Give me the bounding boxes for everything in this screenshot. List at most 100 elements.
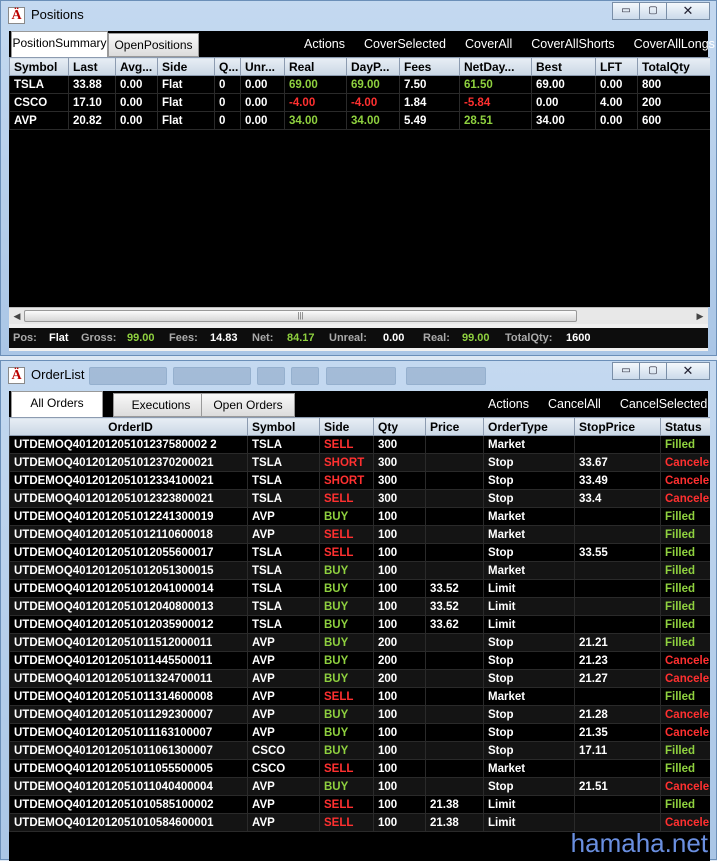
- column-header[interactable]: Q...: [214, 57, 241, 76]
- orderlist-titlebar[interactable]: Ä OrderList ▭ ▢ ✕: [1, 361, 716, 391]
- blurred-toolbar-control[interactable]: [326, 367, 396, 385]
- positions-titlebar[interactable]: Ä Positions ▭ ▢ ✕: [1, 1, 716, 31]
- blurred-toolbar-control[interactable]: [89, 367, 167, 385]
- table-cell: BUY: [319, 597, 374, 616]
- actions-menu-button[interactable]: Actions: [488, 397, 529, 411]
- scroll-right-icon[interactable]: ▶: [694, 310, 706, 322]
- table-row[interactable]: UTDEMOQ4012012051011292300007 AVP BUY 100 St…: [9, 705, 710, 724]
- table-cell: Stop: [483, 669, 575, 688]
- table-row[interactable]: UTDEMOQ4012012051012110600018 AVP SELL 100 M…: [9, 525, 710, 544]
- column-header[interactable]: Avg...: [115, 57, 158, 76]
- table-row[interactable]: UTDEMOQ4012012051011445500011 AVP BUY 200 St…: [9, 651, 710, 670]
- cover-all-button[interactable]: CoverAll: [465, 37, 512, 51]
- table-cell: 21.28: [574, 705, 661, 724]
- column-header[interactable]: Status: [660, 417, 710, 436]
- table-cell: Stop: [483, 777, 575, 796]
- table-row[interactable]: UTDEMOQ4012012051010585100002 AVP SELL 100 2…: [9, 795, 710, 814]
- table-cell: UTDEMOQ4012012051011292300007: [9, 705, 248, 724]
- table-row[interactable]: UTDEMOQ4012012051012041000014 TSLA BUY 100 3…: [9, 579, 710, 598]
- table-cell: [574, 579, 661, 598]
- scroll-thumb[interactable]: |||: [24, 310, 577, 322]
- close-icon[interactable]: ✕: [666, 2, 710, 20]
- column-header[interactable]: Price: [425, 417, 484, 436]
- table-row[interactable]: AVP 20.82 0.00 Flat 0 0.00 34.00 34.00 5.49 28.51…: [9, 111, 710, 130]
- table-cell: 0: [214, 111, 241, 130]
- table-row[interactable]: UTDEMOQ4012012051012334100021 TSLA SHORT 30…: [9, 471, 710, 490]
- tab-open-orders[interactable]: Open Orders: [201, 393, 295, 417]
- table-row[interactable]: TSLA 33.88 0.00 Flat 0 0.00 69.00 69.00 7.50 61.5…: [9, 75, 710, 94]
- table-cell: UTDEMOQ4012012051012035900012: [9, 615, 248, 634]
- table-cell: Stop: [483, 741, 575, 760]
- cancel-selected-button[interactable]: CancelSelected: [620, 397, 708, 411]
- column-header[interactable]: Fees: [399, 57, 460, 76]
- minimize-icon[interactable]: ▭: [612, 2, 640, 20]
- table-row[interactable]: UTDEMOQ4012012051011512000011 AVP BUY 200 St…: [9, 633, 710, 652]
- table-cell: AVP: [247, 633, 320, 652]
- tab-open-positions[interactable]: OpenPositions: [108, 33, 199, 57]
- actions-menu-button[interactable]: Actions: [304, 37, 345, 51]
- column-header[interactable]: Last: [68, 57, 116, 76]
- column-header[interactable]: Side: [157, 57, 215, 76]
- cover-all-shorts-button[interactable]: CoverAllShorts: [531, 37, 614, 51]
- cancel-all-button[interactable]: CancelAll: [548, 397, 601, 411]
- table-row[interactable]: UTDEMOQ4012012051012051300015 TSLA BUY 100 M…: [9, 561, 710, 580]
- positions-grid[interactable]: Symbol Last Avg... Side Q... Unr... Real DayP..…: [9, 57, 710, 307]
- blurred-toolbar-control[interactable]: [257, 367, 285, 385]
- status-pos-value: Flat: [49, 332, 69, 344]
- table-cell: Cancele: [660, 705, 710, 724]
- tab-all-orders[interactable]: All Orders: [11, 391, 103, 417]
- column-header[interactable]: DayP...: [346, 57, 400, 76]
- positions-horizontal-scrollbar[interactable]: ◀ ||| ▶: [9, 307, 708, 324]
- tab-executions[interactable]: Executions: [113, 393, 209, 417]
- status-net-label: Net:: [252, 332, 274, 344]
- table-row[interactable]: CSCO 17.10 0.00 Flat 0 0.00 -4.00 -4.00 1.84 -5.8…: [9, 93, 710, 112]
- cover-selected-button[interactable]: CoverSelected: [364, 37, 446, 51]
- table-cell: AVP: [247, 687, 320, 706]
- column-header[interactable]: Real: [284, 57, 347, 76]
- table-row[interactable]: UTDEMOQ4012012051011061300007 CSCO BUY 100 S…: [9, 741, 710, 760]
- cover-all-longs-button[interactable]: CoverAllLongs: [634, 37, 715, 51]
- column-header[interactable]: NetDay...: [459, 57, 532, 76]
- scroll-left-icon[interactable]: ◀: [11, 310, 23, 322]
- table-row[interactable]: UTDEMOQ4012012051012241300019 AVP BUY 100 Ma…: [9, 507, 710, 526]
- maximize-icon[interactable]: ▢: [639, 362, 667, 380]
- orders-grid[interactable]: OrderID Symbol Side Qty Price OrderType StopPr…: [9, 417, 710, 861]
- table-row[interactable]: UTDEMOQ4012012051011163100007 AVP BUY 100 St…: [9, 723, 710, 742]
- table-row[interactable]: UTDEMOQ401201205101237580002 2 TSLA SELL 30…: [9, 435, 710, 454]
- table-cell: [425, 543, 484, 562]
- table-cell: 100: [373, 813, 426, 832]
- blurred-toolbar-control[interactable]: [173, 367, 251, 385]
- table-cell: UTDEMOQ4012012051011055500005: [9, 759, 248, 778]
- blurred-toolbar-control[interactable]: [291, 367, 319, 385]
- table-row[interactable]: UTDEMOQ4012012051012055600017 TSLA SELL 100…: [9, 543, 710, 562]
- column-header[interactable]: Side: [319, 417, 374, 436]
- column-header[interactable]: Best: [531, 57, 596, 76]
- table-row[interactable]: UTDEMOQ4012012051012040800013 TSLA BUY 100 3…: [9, 597, 710, 616]
- column-header[interactable]: TotalQty: [637, 57, 710, 76]
- table-row[interactable]: UTDEMOQ4012012051011055500005 CSCO SELL 100…: [9, 759, 710, 778]
- table-row[interactable]: UTDEMOQ4012012051011040400004 AVP BUY 100 St…: [9, 777, 710, 796]
- column-header[interactable]: OrderID: [9, 417, 248, 436]
- table-row[interactable]: UTDEMOQ4012012051011314600008 AVP SELL 100 M…: [9, 687, 710, 706]
- column-header[interactable]: Symbol: [9, 57, 69, 76]
- table-cell: [574, 507, 661, 526]
- table-row[interactable]: UTDEMOQ4012012051012370200021 TSLA SHORT 30…: [9, 453, 710, 472]
- table-cell: UTDEMOQ4012012051011314600008: [9, 687, 248, 706]
- table-row[interactable]: UTDEMOQ4012012051012323800021 TSLA SELL 300…: [9, 489, 710, 508]
- column-header[interactable]: LFT: [595, 57, 638, 76]
- table-cell: Limit: [483, 579, 575, 598]
- column-header[interactable]: OrderType: [483, 417, 575, 436]
- close-icon[interactable]: ✕: [666, 362, 710, 380]
- column-header[interactable]: Unr...: [240, 57, 285, 76]
- table-cell: SELL: [319, 759, 374, 778]
- column-header[interactable]: Qty: [373, 417, 426, 436]
- minimize-icon[interactable]: ▭: [612, 362, 640, 380]
- table-cell: [574, 795, 661, 814]
- blurred-toolbar-control[interactable]: [406, 367, 486, 385]
- tab-position-summary[interactable]: PositionSummary: [11, 31, 108, 57]
- maximize-icon[interactable]: ▢: [639, 2, 667, 20]
- column-header[interactable]: StopPrice: [574, 417, 661, 436]
- column-header[interactable]: Symbol: [247, 417, 320, 436]
- table-row[interactable]: UTDEMOQ4012012051011324700011 AVP BUY 200 St…: [9, 669, 710, 688]
- table-row[interactable]: UTDEMOQ4012012051012035900012 TSLA BUY 100 3…: [9, 615, 710, 634]
